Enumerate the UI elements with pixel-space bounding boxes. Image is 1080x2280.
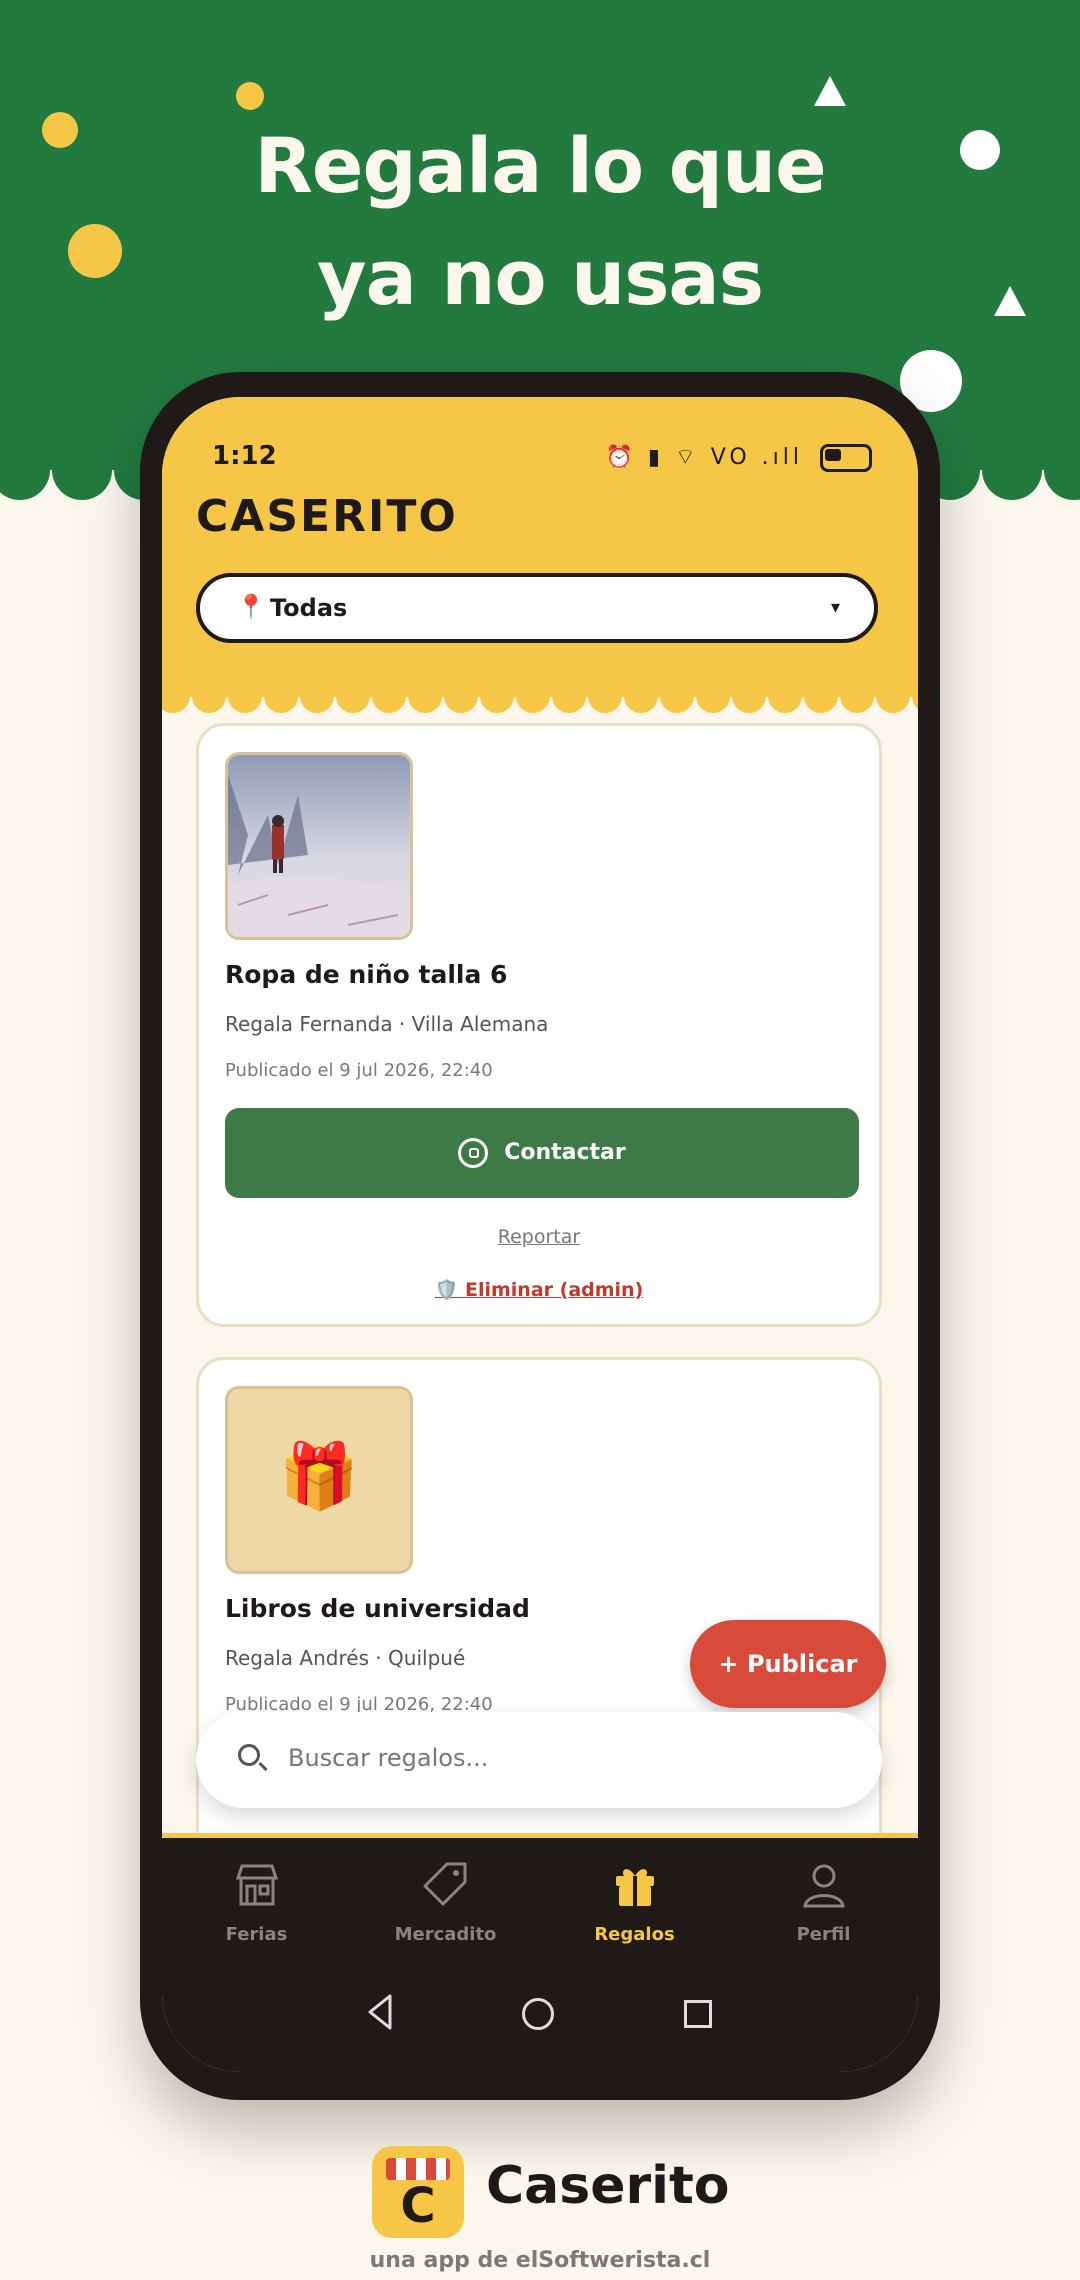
scallop [696, 679, 730, 713]
scallop [444, 679, 478, 713]
location-select[interactable]: 📍 Todas ▾ [196, 573, 878, 643]
nav-item-ferias[interactable]: Ferias [162, 1838, 351, 1960]
phone-screen: 1:12 ⏰ ▮ ⌔ VO .ıll CASERITO 📍 Todas ▾ Ro… [162, 397, 918, 2072]
contact-button[interactable]: Contactar [225, 1108, 859, 1198]
publish-button[interactable]: + Publicar [690, 1620, 886, 1708]
listing-card: Ropa de niño talla 6 Regala Fernanda · V… [196, 723, 882, 1327]
headline-line-2: ya no usas [317, 233, 764, 322]
scallop [480, 679, 514, 713]
scallop [264, 679, 298, 713]
scallop [876, 679, 910, 713]
gift-icon [616, 1869, 654, 1906]
status-icon-group: ⏰ ▮ ⌔ VO .ıll [605, 445, 803, 470]
scallop [804, 679, 838, 713]
home-icon[interactable] [522, 1998, 554, 2030]
snow-photo [228, 755, 410, 937]
search-icon [238, 1744, 260, 1766]
app-title: CASERITO [196, 491, 458, 542]
scallop [52, 440, 112, 500]
nav-label: Regalos [594, 1924, 675, 1945]
whatsapp-icon [458, 1138, 489, 1168]
system-nav-bar [162, 1960, 918, 2072]
listing-meta: Regala Andrés · Quilpué [225, 1646, 466, 1670]
battery-icon [820, 444, 872, 472]
scallop [372, 679, 406, 713]
listing-photo[interactable]: 🎁 [225, 1386, 413, 1574]
logo-letter: C [400, 2178, 436, 2234]
listing-title: Ropa de niño talla 6 [225, 960, 508, 989]
scallop [588, 679, 622, 713]
scallop [624, 679, 658, 713]
listing-photo[interactable] [225, 752, 413, 940]
app-logo: C [372, 2146, 464, 2238]
report-link[interactable]: Reportar [199, 1226, 879, 1248]
decor-dot [236, 82, 264, 110]
phone-frame: 1:12 ⏰ ▮ ⌔ VO .ıll CASERITO 📍 Todas ▾ Ro… [140, 372, 940, 2100]
search-bar[interactable]: Buscar regalos... [196, 1712, 882, 1808]
back-icon[interactable] [362, 1990, 398, 2034]
banner-headline: Regala lo que ya no usas [0, 110, 1080, 334]
headline-line-1: Regala lo que [254, 121, 826, 210]
nav-item-perfil[interactable]: Perfil [729, 1838, 918, 1960]
scallop [516, 679, 550, 713]
scallop [912, 679, 918, 713]
bottom-nav: Ferias Mercadito Regalos Perfil [162, 1838, 918, 1960]
scallop [0, 440, 50, 500]
scallop [228, 679, 262, 713]
brand-tagline: una app de elSoftwerista.cl [369, 2248, 711, 2273]
decor-triangle [814, 76, 846, 106]
scallop [336, 679, 370, 713]
scallop [840, 679, 874, 713]
chevron-down-icon: ▾ [830, 597, 840, 618]
contact-button-label: Contactar [504, 1140, 626, 1165]
nav-label: Perfil [796, 1924, 851, 1945]
scallop [162, 679, 190, 713]
nav-label: Mercadito [394, 1924, 497, 1945]
scallop [552, 679, 586, 713]
scallop [732, 679, 766, 713]
nav-label: Ferias [225, 1924, 288, 1945]
status-time: 1:12 [212, 441, 277, 471]
scallop [300, 679, 334, 713]
logo-awning [386, 2158, 450, 2180]
gift-icon: 🎁 [279, 1440, 359, 1514]
search-input[interactable]: Buscar regalos... [288, 1744, 488, 1772]
tag-icon [423, 1862, 467, 1906]
scallop [1044, 440, 1080, 500]
brand-name: Caserito [486, 2156, 730, 2216]
scallop [660, 679, 694, 713]
status-icons: ⏰ ▮ ⌔ VO .ıll [606, 443, 872, 472]
recents-icon[interactable] [684, 2000, 712, 2028]
status-bar: 1:12 ⏰ ▮ ⌔ VO .ıll [212, 441, 872, 481]
nav-item-regalos[interactable]: Regalos [540, 1838, 729, 1960]
listing-title: Libros de universidad [225, 1594, 530, 1623]
location-select-value: Todas [270, 594, 348, 622]
scallop [982, 440, 1042, 500]
nav-item-mercadito[interactable]: Mercadito [351, 1838, 540, 1960]
listing-date: Publicado el 9 jul 2026, 22:40 [225, 1060, 493, 1081]
store-icon [235, 1864, 279, 1906]
scallop [768, 679, 802, 713]
header-scallops [162, 679, 918, 713]
listing-meta: Regala Fernanda · Villa Alemana [225, 1012, 549, 1036]
pin-icon: 📍 [236, 593, 266, 621]
scallop [192, 679, 226, 713]
admin-delete-link[interactable]: 🛡️ Eliminar (admin) [199, 1278, 879, 1301]
scallop [408, 679, 442, 713]
user-icon [803, 1864, 845, 1908]
